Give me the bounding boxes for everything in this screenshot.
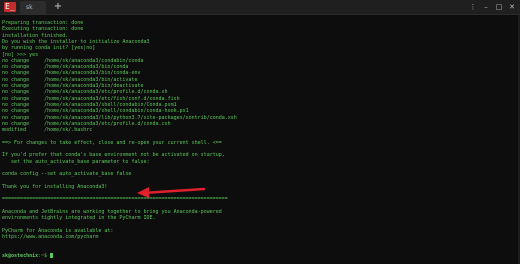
terminal-line: no change /home/sk/anaconda3/etc/profile… (2, 89, 168, 96)
terminal-line: no change /home/sk/anaconda3/shell/conda… (2, 101, 177, 108)
terminal-line: no change /home/sk/anaconda3/etc/fish/co… (2, 95, 180, 102)
terminal-line: installation finished. (2, 32, 69, 39)
prompt-path: :~$ (38, 253, 51, 260)
terminal-line: no change /home/sk/anaconda3/etc/profile… (2, 120, 171, 127)
terminal-line: Thank you for installing Anaconda3! (2, 183, 108, 190)
terminal-line: Executing transaction: done (2, 26, 84, 33)
terminal-line: https://www.anaconda.com/pycharm (2, 234, 99, 241)
terminal-line: no change /home/sk/anaconda3/lib/python3… (2, 114, 237, 121)
terminal-line: no change /home/sk/anaconda3/bin/deactiv… (2, 83, 144, 89)
terminal-line: by running conda init? [yes|no] (2, 45, 96, 52)
terminal-line: Anaconda and JetBrains are working toget… (2, 209, 222, 215)
terminal-app-icon-glyph: E_ (5, 2, 15, 11)
terminal-line: no change /home/sk/anaconda3/condabin/co… (2, 57, 144, 64)
close-button[interactable]: ✕ (508, 0, 516, 14)
terminal-app-icon[interactable]: E_ (4, 2, 16, 12)
terminal-line: PyCharm for Anaconda is available at: (2, 227, 114, 234)
terminal-line: no change /home/sk/anaconda3/shell/conda… (2, 108, 189, 115)
terminal-line: [no] >>> yes (2, 51, 39, 58)
terminal-line: Preparing transaction: done (2, 20, 84, 26)
prompt-user-host: sk@ostechnix (2, 253, 39, 260)
terminal-line: modified /home/sk/.bashrc (2, 127, 93, 134)
tab-sk[interactable]: sk (20, 1, 46, 14)
terminal-line: no change /home/sk/anaconda3/bin/activat… (2, 76, 138, 83)
window-controls: ⋮ – □ ✕ (469, 0, 516, 14)
terminal-line: If you'd prefer that conda's base enviro… (2, 152, 225, 159)
terminal-line: set the auto_activate_base parameter to … (2, 158, 150, 165)
terminal-line: ========================================… (2, 196, 228, 203)
terminal-line: Do you wish the installer to initialize … (2, 38, 150, 45)
terminal-output[interactable]: Preparing transaction: done Executing tra… (0, 15, 520, 264)
terminal-line: no change /home/sk/anaconda3/bin/conda (2, 64, 129, 71)
new-tab-button[interactable]: + (53, 0, 63, 14)
terminal-line: no change /home/sk/anaconda3/bin/conda-e… (2, 70, 141, 77)
shell-prompt[interactable]: sk@ostechnix:~$ (2, 253, 54, 260)
terminal-line: ==> For changes to take effect, close an… (2, 139, 222, 146)
tab-label: sk (26, 4, 33, 11)
menu-icon[interactable]: ⋮ (469, 0, 477, 14)
terminal-line: environments tightly integrated in the P… (2, 215, 156, 222)
maximize-button[interactable]: □ (495, 0, 503, 14)
text-cursor (50, 253, 54, 259)
minimize-button[interactable]: – (482, 0, 490, 14)
title-bar: E_ sk + ⋮ – □ ✕ (0, 0, 520, 15)
terminal-line: conda config --set auto_activate_base fa… (2, 171, 132, 178)
